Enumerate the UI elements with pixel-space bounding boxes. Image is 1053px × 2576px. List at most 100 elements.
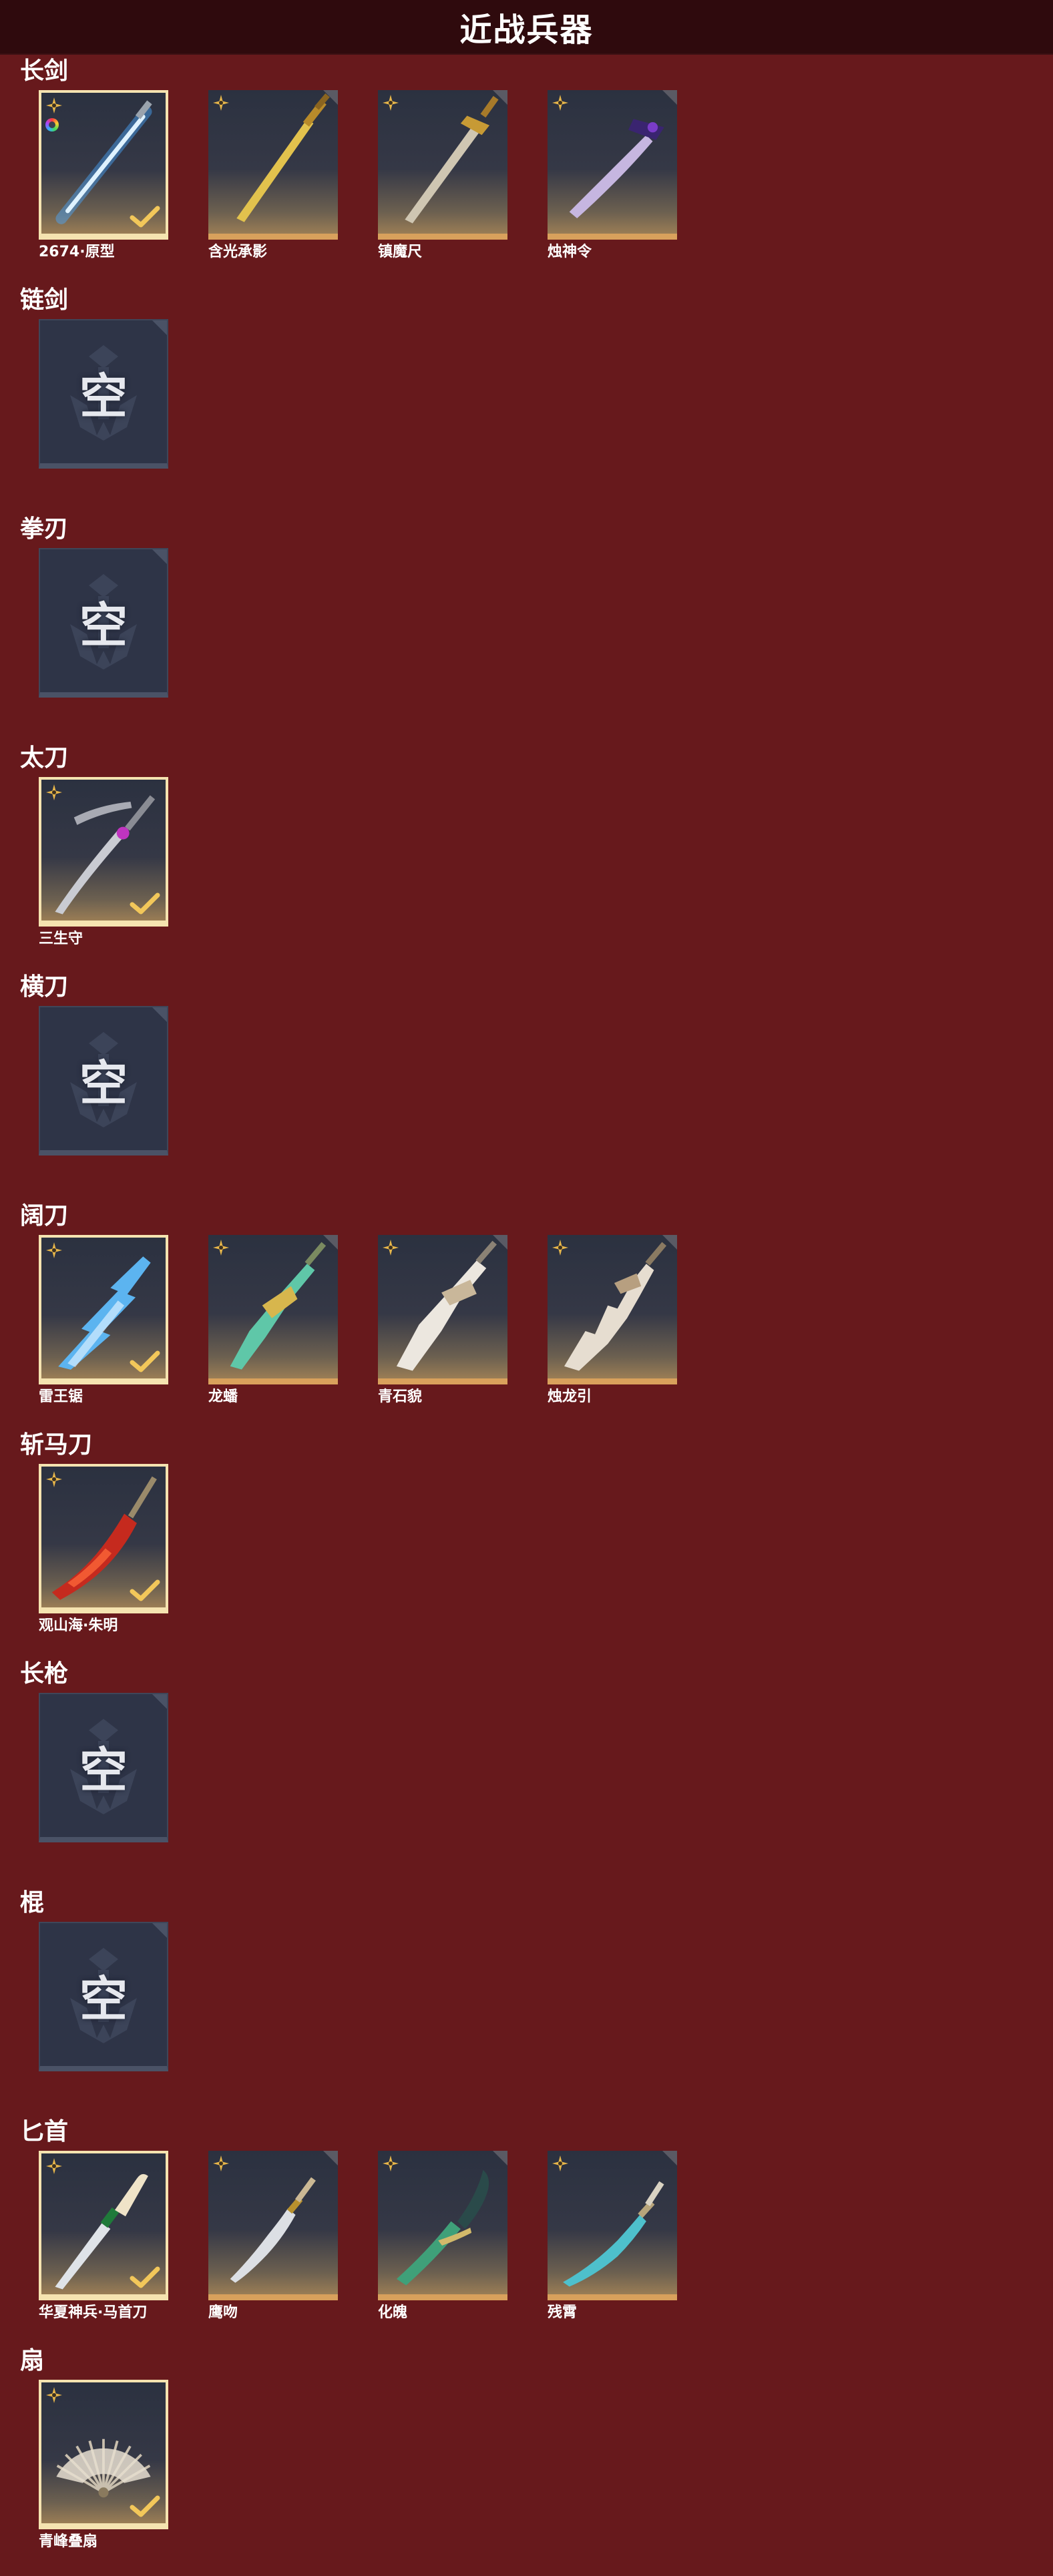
weapon-item-row: 观山海·朱明 [39,1464,168,1635]
category-title: 匕首 [20,2118,69,2145]
empty-slot[interactable]: 空 [39,1693,168,1842]
empty-label: 空 [79,1742,128,1798]
rarity-star-icon [46,784,62,800]
selected-check-icon [130,1579,160,1601]
weapon-card[interactable] [378,2151,507,2300]
weapon-item[interactable]: 含光承影 [208,90,338,261]
weapon-item-row: 空 [39,1922,168,2071]
empty-slot-card[interactable]: 空 [39,319,168,469]
weapon-item-row: 三生守 [39,777,168,948]
page-title: 近战兵器 [459,11,594,49]
weapon-item[interactable]: 龙蟠 [208,1235,338,1406]
weapon-item-row: 空 [39,319,168,469]
empty-slot[interactable]: 空 [39,1922,168,2071]
rarity-star-icon [213,2155,229,2171]
weapon-name: 龙蟠 [208,1388,238,1405]
rarity-star-icon [552,95,568,111]
weapon-item-row: 雷王锯 龙蟠 青石貌 烛龙引 [39,1235,677,1406]
empty-slot[interactable]: 空 [39,1006,168,1155]
weapon-name: 三生守 [39,931,83,947]
empty-slot-card[interactable]: 空 [39,1006,168,1155]
weapon-card[interactable] [548,1235,677,1384]
category-title: 阔刀 [20,1202,69,1230]
weapon-card[interactable] [378,1235,507,1384]
page-header: 近战兵器 [0,0,1053,55]
category-title: 链剑 [20,286,69,314]
weapon-item[interactable]: 烛龙引 [548,1235,677,1406]
weapon-item[interactable]: 鹰吻 [208,2151,338,2322]
weapon-card[interactable] [548,90,677,240]
weapon-card[interactable] [39,1464,168,1613]
weapon-item-row: 空 [39,1006,168,1155]
category-title: 斩马刀 [20,1431,93,1459]
category-title: 扇 [20,2347,45,2374]
weapon-item[interactable]: 残霄 [548,2151,677,2322]
empty-slot-card[interactable]: 空 [39,548,168,698]
weapon-name: 镇魔尺 [378,244,423,260]
weapon-name: 华夏神兵·马首刀 [39,2304,148,2321]
empty-slot[interactable]: 空 [39,319,168,469]
color-variant-icon [45,118,59,132]
rarity-star-icon [383,95,399,111]
weapon-card[interactable] [208,1235,338,1384]
rarity-star-icon [213,95,229,111]
rarity-star-icon [552,1240,568,1256]
weapon-image [236,93,330,222]
empty-label: 空 [79,368,128,425]
weapon-image [563,2181,664,2287]
selected-check-icon [130,892,160,915]
weapon-card[interactable] [208,90,338,240]
empty-label: 空 [79,597,128,654]
weapon-item[interactable]: 雷王锯 [39,1235,168,1406]
empty-slot-card[interactable]: 空 [39,1693,168,1842]
weapon-card[interactable] [39,90,168,240]
weapon-card[interactable] [39,2151,168,2300]
weapon-item[interactable]: 化魄 [378,2151,507,2322]
weapon-item[interactable]: 青石貌 [378,1235,507,1406]
weapon-item-row: 青峰叠扇 [39,2380,168,2551]
category-title: 长剑 [20,57,69,85]
category-title: 拳刃 [20,515,69,543]
empty-slot[interactable]: 空 [39,548,168,698]
weapon-item[interactable]: 三生守 [39,777,168,948]
corner-tab-icon [152,1923,167,1938]
weapon-name: 烛神令 [548,244,592,260]
selected-check-icon [130,206,160,228]
weapon-card[interactable] [39,2380,168,2529]
weapon-name: 2674·原型 [39,244,115,260]
weapon-name: 鹰吻 [208,2304,238,2321]
category-title: 棍 [20,1889,45,1916]
selected-check-icon [130,2495,160,2517]
empty-slot-card[interactable]: 空 [39,1922,168,2071]
weapon-image [230,2177,316,2283]
weapon-item-row: 空 [39,1693,168,1842]
weapon-item[interactable]: 烛神令 [548,90,677,261]
empty-label: 空 [79,1971,128,2027]
weapon-name: 观山海·朱明 [39,1617,118,1634]
weapon-name: 青峰叠扇 [39,2533,98,2550]
weapon-card[interactable] [208,2151,338,2300]
weapon-card[interactable] [39,1235,168,1384]
weapon-item[interactable]: 2674·原型 [39,90,168,261]
corner-tab-icon [152,1694,167,1709]
weapon-image [396,1240,497,1371]
weapon-card[interactable] [39,777,168,927]
selected-check-icon [130,1350,160,1372]
selected-check-icon [130,2266,160,2288]
weapon-card[interactable] [378,90,507,240]
rarity-star-icon [46,2158,62,2174]
weapon-name: 青石貌 [378,1388,423,1405]
weapon-item[interactable]: 青峰叠扇 [39,2380,168,2551]
rarity-star-icon [383,1240,399,1256]
rarity-star-icon [213,1240,229,1256]
weapon-item[interactable]: 观山海·朱明 [39,1464,168,1635]
weapon-item[interactable]: 华夏神兵·马首刀 [39,2151,168,2322]
category-title: 横刀 [20,973,69,1001]
weapon-card[interactable] [548,2151,677,2300]
weapon-image [405,95,499,224]
weapon-item-row: 华夏神兵·马首刀 鹰吻 化魄 残霄 [39,2151,677,2322]
rarity-star-icon [46,2387,62,2403]
rarity-star-icon [383,2155,399,2171]
weapon-item[interactable]: 镇魔尺 [378,90,507,261]
weapon-name: 含光承影 [208,244,268,260]
